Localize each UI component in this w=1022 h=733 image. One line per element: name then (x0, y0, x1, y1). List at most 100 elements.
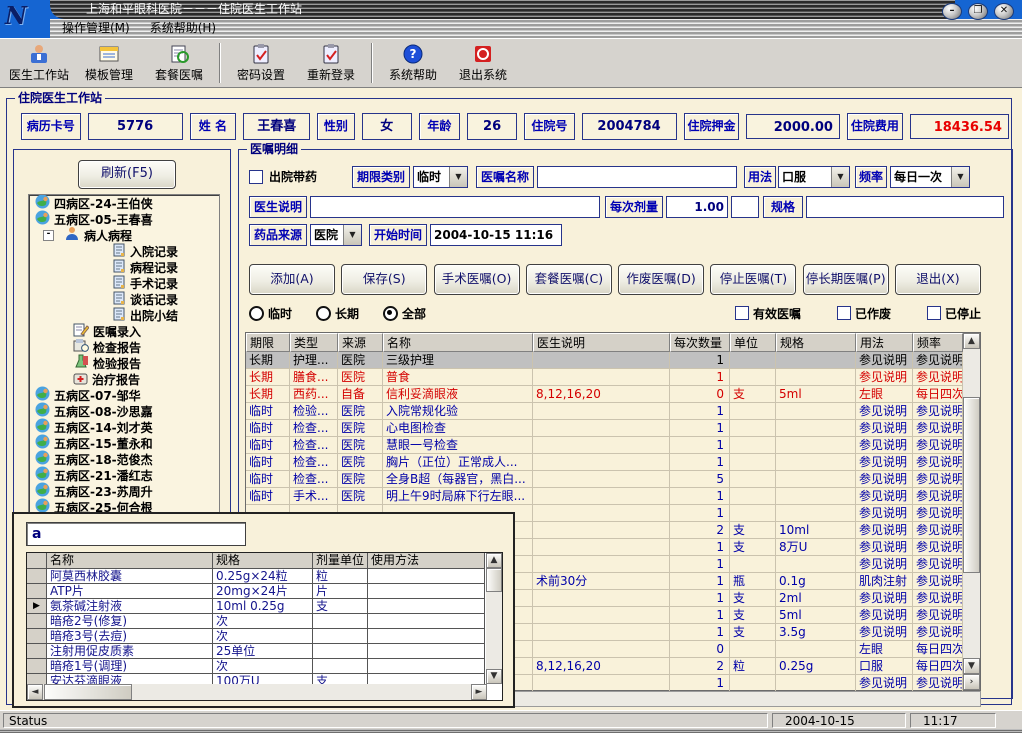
tree-item-18[interactable]: 五病区-23-苏周升 (29, 483, 219, 499)
start-time-label[interactable]: 开始时间 (369, 224, 427, 246)
order-button-0[interactable]: 添加(A) (249, 264, 335, 295)
drug-row[interactable]: 注射用促皮质素25单位 (27, 644, 502, 659)
checkbox-icon[interactable] (837, 306, 851, 320)
tree-item-12[interactable]: 五病区-07-邹华 (29, 387, 219, 403)
menu-item-1[interactable]: 系统帮助(H) (150, 19, 216, 38)
dose-label[interactable]: 每次剂量 (605, 196, 663, 218)
dose-input[interactable]: 1.00 (666, 196, 728, 218)
column-header-6[interactable]: 单位 (730, 333, 776, 352)
doctor-note-input[interactable] (310, 196, 600, 218)
refresh-button[interactable]: 刷新(F5) (78, 160, 176, 189)
drug-column-header-2[interactable]: 规格 (213, 553, 313, 569)
drug-row[interactable]: 暗疮2号(修复)次 (27, 614, 502, 629)
order-button-2[interactable]: 手术医嘱(O) (434, 264, 520, 295)
radio-option-2[interactable]: 全部 (383, 305, 426, 322)
order-button-1[interactable]: 保存(S) (341, 264, 427, 295)
tree-item-17[interactable]: 五病区-21-潘红志 (29, 467, 219, 483)
column-header-2[interactable]: 来源 (338, 333, 383, 352)
column-header-1[interactable]: 类型 (290, 333, 338, 352)
order-button-5[interactable]: 停止医嘱(T) (710, 264, 796, 295)
scroll-up-icon[interactable]: ▲ (963, 333, 980, 349)
tree-item-3[interactable]: 入院记录 (29, 243, 219, 259)
table-row[interactable]: 临时检查...医院全身B超（每器官，黑白...5参见说明参见说明 (246, 471, 980, 488)
usage-select[interactable]: 口服▼ (778, 166, 850, 188)
toolbar-button-exit-system[interactable]: 退出系统 (448, 40, 518, 86)
order-button-4[interactable]: 作废医嘱(D) (618, 264, 704, 295)
column-header-8[interactable]: 用法 (856, 333, 913, 352)
order-name-input[interactable] (537, 166, 737, 188)
toolbar-button-password-setting[interactable]: 密码设置 (226, 40, 296, 86)
column-header-9[interactable]: 频率 (913, 333, 963, 352)
tree-item-8[interactable]: 医嘱录入 (29, 323, 219, 339)
table-row[interactable]: 长期护理...医院三级护理1参见说明参见说明 (246, 352, 980, 369)
scroll-down-icon[interactable]: ▼ (486, 669, 502, 684)
filter-checkbox-2[interactable]: 已停止 (927, 305, 981, 322)
table-row[interactable]: 临时检查...医院慧眼一号检查1参见说明参见说明 (246, 437, 980, 454)
table-row[interactable]: 临时检查...医院胸片（正位）正常成人...1参见说明参见说明 (246, 454, 980, 471)
column-header-0[interactable]: 期限 (246, 333, 290, 352)
drug-column-header-0[interactable] (27, 553, 47, 569)
drug-grid-hscrollbar[interactable]: ◄ ► (27, 684, 487, 700)
scroll-down-icon[interactable]: ▼ (963, 658, 980, 674)
chevron-down-icon[interactable]: ▼ (831, 167, 849, 187)
tree-item-4[interactable]: 病程记录 (29, 259, 219, 275)
order-button-7[interactable]: 退出(X) (895, 264, 981, 295)
tree-item-6[interactable]: 谈话记录 (29, 291, 219, 307)
tree-item-15[interactable]: 五病区-15-董永和 (29, 435, 219, 451)
table-row[interactable]: 临时检验...医院入院常规化验1参见说明参见说明 (246, 403, 980, 420)
tree-item-16[interactable]: 五病区-18-范俊杰 (29, 451, 219, 467)
tree-item-9[interactable]: 检查报告 (29, 339, 219, 355)
toolbar-button-relogin[interactable]: 重新登录 (296, 40, 366, 86)
radio-icon[interactable] (383, 306, 398, 321)
tree-item-13[interactable]: 五病区-08-沙思嘉 (29, 403, 219, 419)
start-time-input[interactable]: 2004-10-15 11:16 (430, 224, 562, 246)
drug-row[interactable]: 阿莫西林胶囊0.25g×24粒粒 (27, 569, 502, 584)
table-row[interactable]: 临时手术...医院明上午9时局麻下行左眼...1参见说明参见说明 (246, 488, 980, 505)
tree-item-0[interactable]: 四病区-24-王伯侠 (29, 195, 219, 211)
scroll-thumb[interactable] (44, 684, 132, 700)
toolbar-button-help[interactable]: ?系统帮助 (378, 40, 448, 86)
filter-checkbox-1[interactable]: 已作废 (837, 305, 891, 322)
chevron-down-icon[interactable]: ▼ (951, 167, 969, 187)
doctor-note-label[interactable]: 医生说明 (249, 196, 307, 218)
order-name-label[interactable]: 医嘱名称 (476, 166, 534, 188)
collapse-icon[interactable]: - (43, 230, 54, 241)
scroll-up-icon[interactable]: ▲ (486, 553, 502, 568)
chevron-down-icon[interactable]: ▼ (449, 167, 467, 187)
order-button-6[interactable]: 停长期医嘱(P) (803, 264, 889, 295)
toolbar-button-package-order[interactable]: 套餐医嘱 (144, 40, 214, 86)
tree-item-14[interactable]: 五病区-14-刘才英 (29, 419, 219, 435)
discharge-med-checkbox[interactable] (249, 170, 263, 184)
frequency-label[interactable]: 频率 (855, 166, 887, 188)
drug-row[interactable]: ATP片20mg×24片片 (27, 584, 502, 599)
restore-button[interactable]: ❐ (968, 3, 988, 20)
radio-option-1[interactable]: 长期 (316, 305, 359, 322)
checkbox-icon[interactable] (735, 306, 749, 320)
scroll-right-icon[interactable]: › (963, 674, 980, 690)
radio-icon[interactable] (316, 306, 331, 321)
term-type-label[interactable]: 期限类别 (352, 166, 410, 188)
column-header-5[interactable]: 每次数量 (670, 333, 730, 352)
menu-item-0[interactable]: 操作管理(M) (62, 19, 130, 38)
close-button[interactable]: ✕ (994, 3, 1014, 20)
drug-column-header-3[interactable]: 剂量单位 (313, 553, 368, 569)
drug-row[interactable]: 暗疮1号(调理)次 (27, 659, 502, 674)
drug-search-input[interactable]: a (26, 522, 246, 546)
filter-checkbox-0[interactable]: 有效医嘱 (735, 305, 801, 322)
dose-unit-input[interactable] (731, 196, 759, 218)
order-button-3[interactable]: 套餐医嘱(C) (526, 264, 612, 295)
table-row[interactable]: 临时检查...医院心电图检查1参见说明参见说明 (246, 420, 980, 437)
scroll-thumb[interactable] (486, 568, 502, 592)
spec-input[interactable] (806, 196, 1004, 218)
tree-item-1[interactable]: 五病区-05-王春喜 (29, 211, 219, 227)
frequency-select[interactable]: 每日一次▼ (890, 166, 970, 188)
tree-item-2[interactable]: -病人病程 (29, 227, 219, 243)
drug-source-label[interactable]: 药品来源 (249, 224, 307, 246)
tree-item-7[interactable]: 出院小结 (29, 307, 219, 323)
tree-item-5[interactable]: 手术记录 (29, 275, 219, 291)
term-type-select[interactable]: 临时▼ (413, 166, 468, 188)
drug-row[interactable]: 暗疮3号(去痘)次 (27, 629, 502, 644)
column-header-3[interactable]: 名称 (383, 333, 533, 352)
usage-label[interactable]: 用法 (744, 166, 776, 188)
chevron-down-icon[interactable]: ▼ (343, 225, 361, 245)
